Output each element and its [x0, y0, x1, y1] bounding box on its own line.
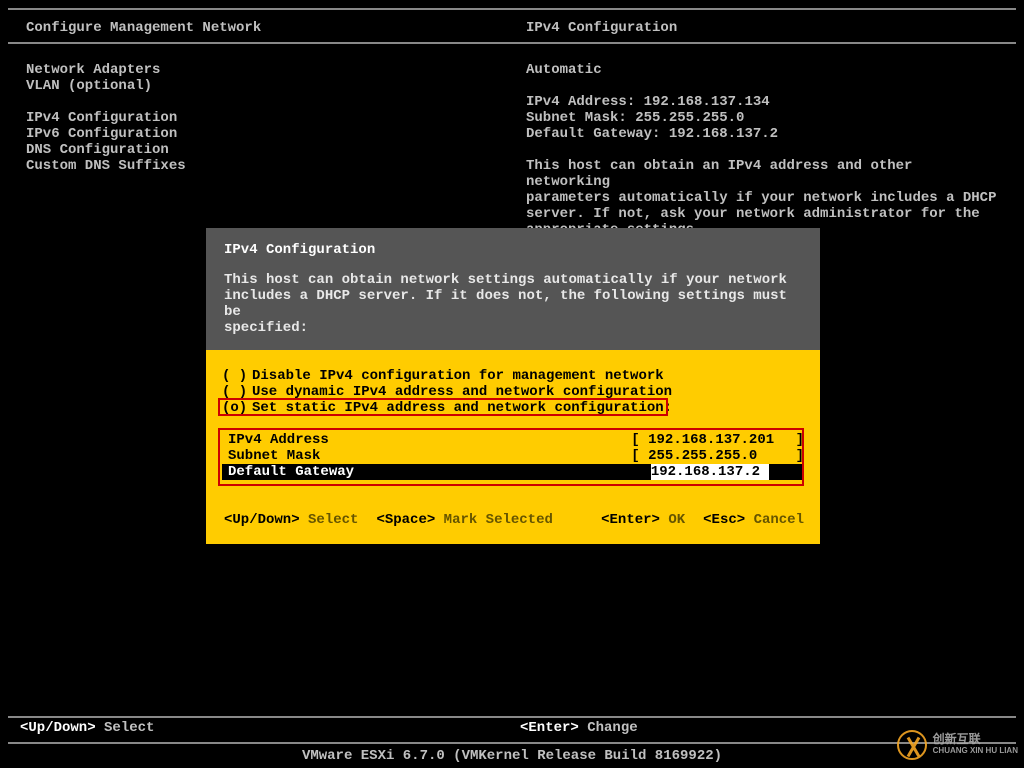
gateway-line: Default Gateway: 192.168.137.2: [526, 126, 1004, 142]
bracket-close: ]: [787, 432, 804, 448]
right-panel: Automatic IPv4 Address: 192.168.137.134 …: [526, 62, 1004, 238]
header-right-title: IPv4 Configuration: [526, 20, 1004, 36]
bottom-divider-2: [8, 742, 1016, 744]
key-esc: <Esc>: [703, 512, 745, 528]
menu-item-dns[interactable]: DNS Configuration: [26, 142, 526, 158]
blank: [26, 94, 526, 110]
content: Network Adapters VLAN (optional) IPv4 Co…: [26, 62, 1004, 238]
menu-item-ipv6[interactable]: IPv6 Configuration: [26, 126, 526, 142]
option-disable-ipv4[interactable]: ( )Disable IPv4 configuration for manage…: [222, 368, 804, 384]
spacer: [222, 416, 804, 432]
menu-item-network-adapters[interactable]: Network Adapters: [26, 62, 526, 78]
footer-version: VMware ESXi 6.7.0 (VMKernel Release Buil…: [0, 748, 1024, 764]
dialog-desc-3: specified:: [224, 320, 802, 336]
blank: [526, 142, 1004, 158]
gateway-label: Default Gateway:: [526, 126, 660, 142]
header-left-title: Configure Management Network: [26, 20, 526, 36]
hint-space: <Space> Mark Selected: [376, 512, 552, 528]
help-line-2: parameters automatically if your network…: [526, 190, 1004, 206]
key-enter: <Enter>: [520, 720, 579, 736]
field-label: Subnet Mask: [228, 448, 631, 464]
bottom-divider: [8, 716, 1016, 718]
gateway-value: 192.168.137.2: [669, 126, 778, 142]
left-menu: Network Adapters VLAN (optional) IPv4 Co…: [26, 62, 526, 238]
menu-item-ipv4[interactable]: IPv4 Configuration: [26, 110, 526, 126]
bracket-open: [: [634, 464, 651, 480]
act-cancel: Cancel: [754, 512, 804, 528]
field-value: 255.255.255.0: [648, 448, 787, 464]
key-enter: <Enter>: [601, 512, 660, 528]
cursor-icon: [769, 464, 786, 480]
bracket-open: [: [631, 448, 648, 464]
act-select: Select: [104, 720, 154, 736]
subnet-label: Subnet Mask:: [526, 110, 627, 126]
hint-updown: <Up/Down> Select: [224, 512, 358, 528]
dialog-header: IPv4 Configuration This host can obtain …: [206, 228, 820, 350]
hint-esc[interactable]: <Esc> Cancel: [703, 512, 804, 528]
field-label: IPv4 Address: [228, 432, 631, 448]
act-change: Change: [587, 720, 637, 736]
help-line-3: server. If not, ask your network adminis…: [526, 206, 1004, 222]
dialog-footer-hints: <Up/Down> Select <Space> Mark Selected <…: [222, 512, 804, 528]
watermark-line1: 创新互联: [933, 733, 1018, 745]
dialog-desc-2: includes a DHCP server. If it does not, …: [224, 288, 802, 320]
mode-label: Automatic: [526, 62, 1004, 78]
ipv4-value: 192.168.137.134: [644, 94, 770, 110]
dialog-body: ( )Disable IPv4 configuration for manage…: [206, 350, 820, 544]
act-select: Select: [308, 512, 358, 528]
watermark-logo-icon: [897, 730, 927, 760]
bracket-open: [: [631, 432, 648, 448]
field-subnet-mask[interactable]: Subnet Mask [ 255.255.255.0 ]: [222, 448, 804, 464]
field-default-gateway[interactable]: Default Gateway [ 192.168.137.2 ]: [222, 464, 804, 480]
hint-updown-bottom: <Up/Down> Select: [20, 720, 520, 736]
option-label: Disable IPv4 configuration for managemen…: [252, 368, 664, 384]
key-space: <Space>: [376, 512, 435, 528]
field-label: Default Gateway: [228, 464, 634, 480]
help-line-1: This host can obtain an IPv4 address and…: [526, 158, 1004, 190]
key-updown: <Up/Down>: [20, 720, 96, 736]
ipv4-label: IPv4 Address:: [526, 94, 635, 110]
watermark-line2: CHUANG XIN HU LIAN: [933, 745, 1018, 757]
highlight-box-option: [218, 398, 668, 416]
menu-item-dns-suffixes[interactable]: Custom DNS Suffixes: [26, 158, 526, 174]
bracket-close: ]: [786, 464, 803, 480]
field-value: 192.168.137.201: [648, 432, 787, 448]
gateway-input[interactable]: 192.168.137.2: [651, 464, 769, 480]
header-underline: [8, 42, 1016, 44]
watermark: 创新互联 CHUANG XIN HU LIAN: [897, 730, 1018, 760]
ipv4-config-dialog: IPv4 Configuration This host can obtain …: [206, 228, 820, 544]
watermark-text: 创新互联 CHUANG XIN HU LIAN: [933, 733, 1018, 757]
top-border: [8, 8, 1016, 10]
radio-unchecked-icon: ( ): [222, 368, 252, 384]
field-ipv4-address[interactable]: IPv4 Address [ 192.168.137.201 ]: [222, 432, 804, 448]
subnet-value: 255.255.255.0: [635, 110, 744, 126]
key-updown: <Up/Down>: [224, 512, 300, 528]
ipv4-line: IPv4 Address: 192.168.137.134: [526, 94, 1004, 110]
subnet-line: Subnet Mask: 255.255.255.0: [526, 110, 1004, 126]
dialog-desc-1: This host can obtain network settings au…: [224, 272, 802, 288]
act-mark: Mark Selected: [444, 512, 553, 528]
act-ok: OK: [668, 512, 685, 528]
blank: [526, 78, 1004, 94]
bracket-close: ]: [787, 448, 804, 464]
menu-item-vlan[interactable]: VLAN (optional): [26, 78, 526, 94]
dialog-title: IPv4 Configuration: [224, 242, 802, 258]
header-row: Configure Management Network IPv4 Config…: [26, 20, 1004, 36]
hint-enter[interactable]: <Enter> OK: [601, 512, 685, 528]
bottom-hints: <Up/Down> Select <Enter> Change: [20, 720, 1004, 736]
